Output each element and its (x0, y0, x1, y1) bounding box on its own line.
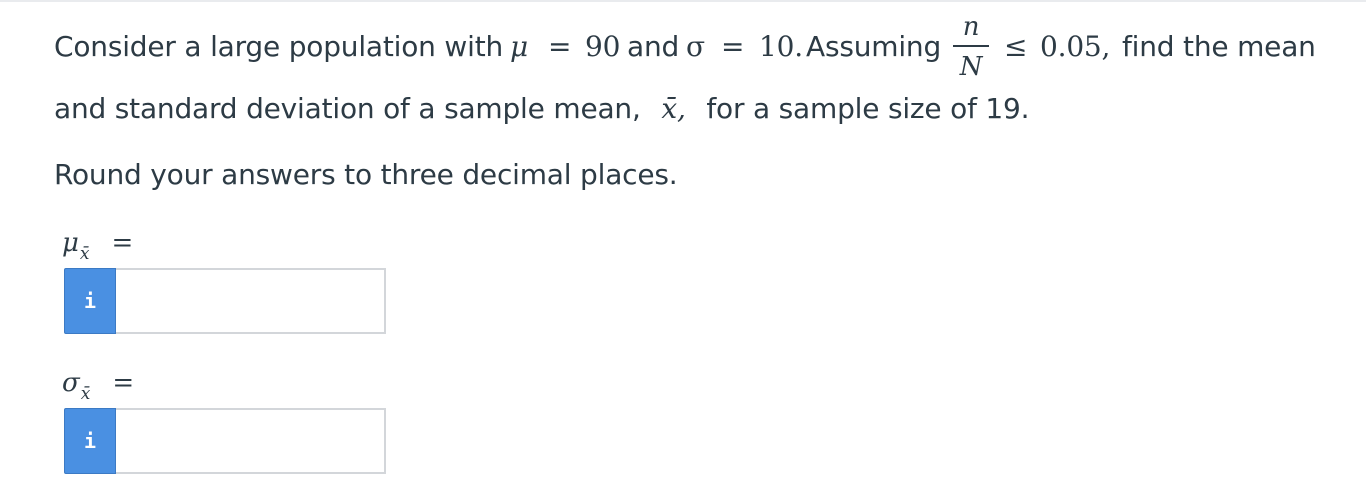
info-button[interactable]: i (64, 408, 116, 474)
info-icon: i (83, 429, 97, 453)
xbar-subscript: x̄ (80, 384, 91, 404)
top-divider (0, 0, 1366, 2)
sd-answer-row: i (64, 408, 386, 474)
question-line2-suffix: for a sample size of 19. (706, 92, 1030, 125)
sigma-label-symbol: σ (62, 368, 80, 398)
mean-answer-row: i (64, 268, 386, 334)
ratio-value: 0.05, (1040, 30, 1111, 63)
info-icon: i (83, 289, 97, 313)
question-line2-prefix: and standard deviation of a sample mean, (54, 92, 641, 125)
mu-value: 90 (585, 30, 621, 63)
fraction-bar (953, 45, 989, 47)
question-line1-suffix: find the mean (1122, 30, 1316, 63)
info-button[interactable]: i (64, 268, 116, 334)
sigma-value: 10. (759, 30, 803, 63)
leq-sign: ≤ (1004, 30, 1028, 63)
sd-answer-input[interactable] (116, 408, 386, 474)
mean-answer-label: μx̄ = (62, 228, 134, 264)
mu-symbol: μ (510, 30, 528, 63)
assuming-text: Assuming (806, 30, 942, 63)
sigma-symbol: σ (686, 30, 705, 63)
xbar-subscript: x̄ (79, 244, 90, 264)
equals-sign: = (112, 368, 135, 398)
equals-sign-1: = (548, 30, 572, 63)
mean-answer-input[interactable] (116, 268, 386, 334)
instruction-text: Round your answers to three decimal plac… (54, 158, 678, 191)
xbar-symbol: x̄, (661, 92, 686, 125)
sd-answer-label: σx̄ = (62, 368, 135, 404)
equals-sign-2: = (721, 30, 745, 63)
n-over-N-fraction: n N (951, 12, 991, 84)
question-line-2: and standard deviation of a sample mean,… (54, 92, 1030, 125)
equals-sign: = (111, 228, 134, 258)
fraction-numerator: n (962, 12, 980, 42)
question-prefix: Consider a large population with (54, 30, 504, 63)
fraction-denominator: N (959, 52, 983, 82)
mu-label-symbol: μ (62, 228, 79, 258)
and-text: and (627, 30, 680, 63)
